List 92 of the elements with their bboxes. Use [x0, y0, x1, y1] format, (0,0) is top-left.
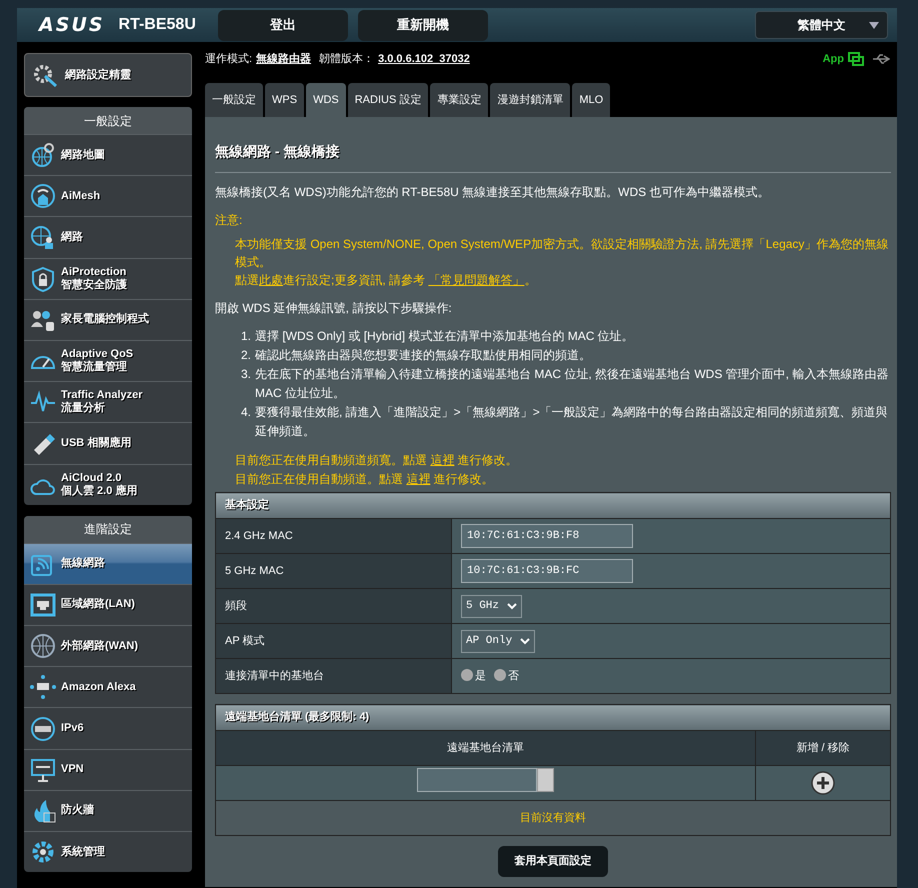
tab[interactable]: 一般設定 — [205, 83, 263, 117]
notice-text: 點選此處進行設定;更多資訊, 請參考 「常見問題解答」。 — [235, 272, 538, 289]
sidebar-item[interactable]: USB 相關應用 — [24, 422, 192, 464]
language-select[interactable]: 繁體中文 — [755, 11, 888, 39]
step-text: 先在底下的基地台清單輸入待建立橋接的遠端基地台 MAC 位址, 然後在遠端基地台 WDS 管理介面中, 輸入本無線路由器 MAC 位址位址。 — [255, 366, 890, 402]
sidebar-item[interactable]: AiMesh — [24, 175, 192, 216]
intro-text: 無線橋接(又名 WDS)功能允許您的 RT-BE58U 無線連接至其他無線存取點。WDS 也可作為中繼器模式。 — [215, 184, 770, 201]
text-link[interactable]: 此處 — [259, 273, 283, 287]
step-number: 4. — [241, 404, 252, 421]
tab[interactable]: 專業設定 — [430, 83, 488, 117]
step-number: 3. — [241, 366, 252, 383]
caret-icon — [869, 22, 879, 29]
sidebar-item[interactable]: Traffic Analyzer 流量分析 — [24, 381, 192, 422]
shield-lock-icon — [30, 266, 56, 292]
tab[interactable]: 漫遊封鎖清單 — [490, 83, 570, 117]
globe-people-icon — [30, 224, 56, 250]
field-label: 5 GHz MAC — [216, 554, 452, 588]
sidebar-item[interactable]: 系統管理 — [24, 831, 192, 872]
spinner-button[interactable] — [537, 768, 554, 792]
chevron-down-icon — [520, 638, 530, 644]
add-icon[interactable] — [811, 771, 835, 795]
header-button[interactable]: 登出 — [218, 10, 348, 40]
sidebar-item[interactable]: AiProtection 智慧安全防護 — [24, 258, 192, 299]
text-field[interactable]: 10:7C:61:C3:9B:F8 — [461, 524, 633, 548]
sidebar-item[interactable]: AiCloud 2.0 個人雲 2.0 應用 — [24, 464, 192, 505]
step-number: 1. — [241, 328, 252, 345]
sidebar-item[interactable]: 網路 — [24, 216, 192, 258]
field-label: AP 模式 — [216, 624, 452, 658]
sidebar-item[interactable]: 防火牆 — [24, 790, 192, 831]
notice-text: 本功能僅支援 Open System/NONE, Open System/WEP加密方式。欲設定相關驗證方法, 請先選擇「Legacy」作為您的無線模式。 — [235, 236, 890, 271]
table-header: 遠端基地台清單 (最多限制: 4) — [216, 704, 890, 730]
sidebar-item[interactable]: Amazon Alexa — [24, 666, 192, 708]
note-label: 注意: — [215, 212, 244, 229]
house-wifi-icon — [30, 183, 56, 210]
column-header: 遠端基地台清單 — [216, 730, 756, 766]
sidebar-item[interactable]: 區域網路(LAN) — [24, 584, 192, 626]
column-header: 新增 / 移除 — [756, 730, 890, 766]
globe-icon — [30, 633, 56, 660]
radio-label: 否 — [508, 670, 519, 682]
step-text: 確認此無線路由器與您想要連接的無線存取點使用相同的頻道。 — [255, 347, 592, 364]
table-header: 基本設定 — [216, 492, 890, 518]
firmware-label: 韌體版本： — [319, 52, 374, 67]
select-field[interactable]: AP Only — [461, 630, 536, 652]
step-number: 2. — [241, 347, 252, 364]
ethernet-port-icon — [30, 592, 56, 618]
radio-label: 是 — [475, 670, 486, 682]
setup-wizard-button[interactable]: 網路設定精靈 — [24, 53, 192, 97]
sidebar-item[interactable]: Adaptive QoS 智慧流量管理 — [24, 340, 192, 382]
gear-wand-icon — [33, 62, 59, 88]
notice-text: 目前您正在使用自動頻道。點選 這裡 進行修改。 — [235, 471, 495, 488]
mode-link[interactable]: 無線路由器 — [256, 50, 312, 68]
steps-intro: 開啟 WDS 延伸無線訊號, 請按以下步驟操作: — [215, 300, 453, 317]
sidebar-section-header: 進階設定 — [24, 516, 192, 543]
text-link[interactable]: 這裡 — [430, 453, 454, 467]
mac-input-field[interactable] — [417, 768, 537, 792]
field-label: 頻段 — [216, 588, 452, 624]
page-title: 無線網路 - 無線橋接 — [215, 127, 891, 173]
text-link[interactable]: 這裡 — [406, 472, 430, 486]
radio-button[interactable] — [461, 668, 473, 681]
firmware-link[interactable]: 3.0.0.6.102_37032 — [378, 50, 470, 68]
apply-button[interactable]: 套用本頁面設定 — [498, 846, 608, 877]
app-label[interactable]: App — [822, 50, 844, 68]
sidebar-section-header: 一般設定 — [24, 107, 192, 134]
sidebar-item[interactable]: 無線網路 — [24, 542, 192, 584]
usb-icon[interactable] — [872, 54, 890, 64]
radio-button[interactable] — [494, 668, 506, 681]
field-label: 連接清單中的基地台 — [216, 658, 452, 694]
step-text: 要獲得最佳效能, 請進入「進階設定」>「無線網路」>「一般設定」為網路中的每台路由器設定相同的頻道頻寬、頻道與延伸頻道。 — [255, 404, 889, 440]
mode-label: 運作模式: — [205, 52, 252, 67]
tab[interactable]: WPS — [265, 83, 304, 117]
tab[interactable]: RADIUS 設定 — [348, 83, 428, 117]
tab[interactable]: MLO — [572, 83, 610, 117]
text-link[interactable]: 「常見問題解答」 — [428, 273, 524, 287]
sidebar-item[interactable]: IPv6 — [24, 707, 192, 749]
step-text: 選擇 [WDS Only] 或 [Hybrid] 模式並在清單中添加基地台的 MAC 位址。 — [255, 328, 634, 345]
empty-message: 目前沒有資料 — [216, 800, 890, 836]
model-name: RT-BE58U — [118, 15, 196, 35]
notice-text: 目前您正在使用自動頻道頻寬。點選 這裡 進行修改。 — [235, 452, 519, 469]
text-field[interactable]: 10:7C:61:C3:9B:FC — [461, 559, 633, 583]
sidebar-item[interactable]: VPN — [24, 748, 192, 790]
field-label: 2.4 GHz MAC — [216, 518, 452, 554]
select-field[interactable]: 5 GHz — [461, 594, 522, 618]
globe-pin-icon — [30, 142, 56, 168]
sidebar-item[interactable]: 網路地圖 — [24, 134, 192, 176]
logo: ASUS — [39, 12, 105, 38]
sidebar-item[interactable]: 家長電腦控制程式 — [24, 298, 192, 340]
chevron-down-icon — [507, 602, 518, 610]
header-button[interactable]: 重新開機 — [358, 10, 488, 40]
gear-icon — [30, 839, 56, 866]
tab[interactable]: WDS — [306, 83, 346, 117]
devices-icon[interactable] — [848, 52, 864, 66]
sidebar-item[interactable]: 外部網路(WAN) — [24, 625, 192, 666]
